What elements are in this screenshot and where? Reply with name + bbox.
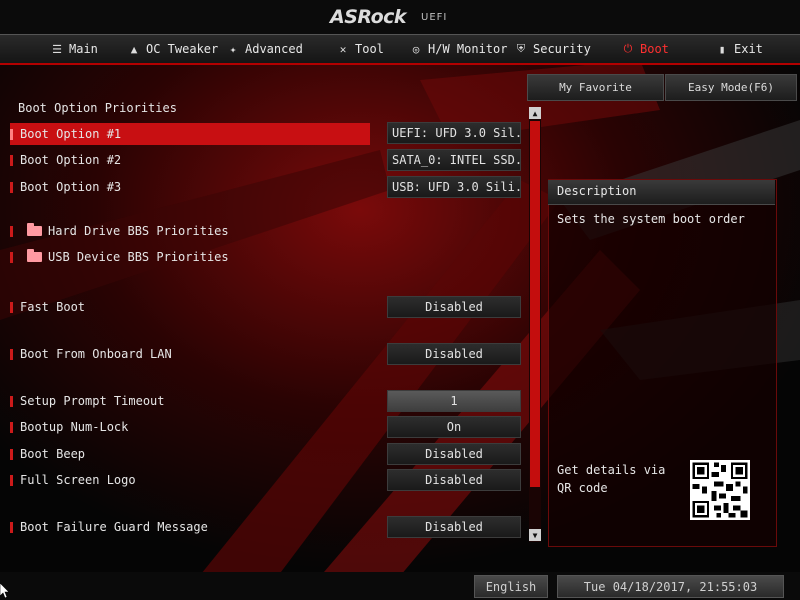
tab-advanced[interactable]: ✦ Advanced xyxy=(226,40,303,58)
tab-main-label: Main xyxy=(69,42,98,56)
tab-oc-tweaker-label: OC Tweaker xyxy=(146,42,219,56)
tab-main[interactable]: ☰ Main xyxy=(50,40,98,58)
tab-security[interactable]: ⛨ Security xyxy=(514,40,591,58)
row-marker xyxy=(10,395,13,407)
tab-hw-monitor[interactable]: ◎ H/W Monitor xyxy=(409,40,508,58)
my-favorite-button[interactable]: My Favorite xyxy=(527,74,664,101)
easy-mode-button[interactable]: Easy Mode(F6) xyxy=(665,74,797,101)
row-marker xyxy=(10,521,13,533)
tab-boot[interactable]: ⏻ Boot xyxy=(621,40,669,58)
folder-icon xyxy=(27,223,42,236)
boot-beep-value[interactable]: Disabled xyxy=(387,443,521,465)
scroll-down-arrow[interactable]: ▼ xyxy=(529,529,541,541)
scroll-up-arrow[interactable]: ▲ xyxy=(529,107,541,119)
tab-boot-label: Boot xyxy=(640,42,669,56)
date-time-display: Tue 04/18/2017, 21:55:03 xyxy=(557,575,784,598)
boot-option-1-label: Boot Option #1 xyxy=(20,127,122,141)
list-icon: ☰ xyxy=(52,42,62,56)
bootup-num-lock[interactable]: Bootup Num-Lock xyxy=(10,416,370,438)
asrock-logo: ASRock xyxy=(330,6,407,28)
full-screen-logo-label: Full Screen Logo xyxy=(20,473,136,487)
setup-prompt-timeout[interactable]: Setup Prompt Timeout xyxy=(10,390,370,412)
boot-from-onboard-lan-value[interactable]: Disabled xyxy=(387,343,521,365)
qr-code xyxy=(690,460,750,520)
row-marker xyxy=(10,251,13,263)
tab-tool[interactable]: ✕ Tool xyxy=(336,40,384,58)
boot-failure-guard-message-value[interactable]: Disabled xyxy=(387,516,521,538)
row-marker xyxy=(10,474,13,486)
description-text: Sets the system boot order xyxy=(557,212,745,226)
boot-beep[interactable]: Boot Beep xyxy=(10,443,370,465)
power-icon: ⏻ xyxy=(623,42,633,55)
exit-icon: ▮ xyxy=(718,42,726,56)
description-title: Description xyxy=(557,184,637,198)
setup-prompt-timeout-input[interactable]: 1 xyxy=(387,390,521,412)
fast-boot-label: Fast Boot xyxy=(20,300,86,314)
hard-drive-bbs-label: Hard Drive BBS Priorities xyxy=(48,224,229,238)
boot-option-3-value[interactable]: USB: UFD 3.0 Sili... xyxy=(387,176,521,198)
boot-option-3[interactable]: Boot Option #3 xyxy=(10,176,370,198)
shield-icon: ⛨ xyxy=(516,42,526,55)
boot-failure-guard-message-label: Boot Failure Guard Message xyxy=(20,520,208,534)
fast-boot-value[interactable]: Disabled xyxy=(387,296,521,318)
hard-drive-bbs-priorities[interactable]: Hard Drive BBS Priorities xyxy=(10,220,370,242)
tab-hw-monitor-label: H/W Monitor xyxy=(428,42,508,56)
scrollbar-thumb[interactable] xyxy=(530,121,540,487)
row-marker xyxy=(10,181,13,193)
tab-security-label: Security xyxy=(533,42,591,56)
bootup-num-lock-label: Bootup Num-Lock xyxy=(20,420,129,434)
usb-device-bbs-priorities[interactable]: USB Device BBS Priorities xyxy=(10,246,370,268)
row-marker xyxy=(10,154,13,166)
full-screen-logo-value[interactable]: Disabled xyxy=(387,469,521,491)
bootup-num-lock-value[interactable]: On xyxy=(387,416,521,438)
boot-option-1-value[interactable]: UEFI: UFD 3.0 Sil... xyxy=(387,122,521,144)
qr-caption: Get details via QR code xyxy=(557,463,666,495)
tab-exit-label: Exit xyxy=(734,42,763,56)
language-button[interactable]: English xyxy=(474,575,548,598)
tab-oc-tweaker[interactable]: ▲ OC Tweaker xyxy=(127,40,219,58)
fast-boot[interactable]: Fast Boot xyxy=(10,296,370,318)
section-title: Boot Option Priorities xyxy=(18,101,177,115)
uefi-label: UEFI xyxy=(421,12,448,23)
mouse-cursor-icon xyxy=(0,583,10,599)
setup-prompt-timeout-label: Setup Prompt Timeout xyxy=(20,394,165,408)
boot-failure-guard-message[interactable]: Boot Failure Guard Message xyxy=(10,516,370,538)
monitor-icon: ◎ xyxy=(412,42,420,56)
menu-bar: ☰ Main ▲ OC Tweaker ✦ Advanced ✕ Tool ◎ … xyxy=(0,34,800,65)
boot-beep-label: Boot Beep xyxy=(20,447,86,461)
boot-option-2-value[interactable]: SATA_0: INTEL SSD... xyxy=(387,149,521,171)
row-marker xyxy=(10,448,13,460)
row-marker xyxy=(10,421,13,433)
boot-from-onboard-lan[interactable]: Boot From Onboard LAN xyxy=(10,343,370,365)
star-icon: ✦ xyxy=(229,42,237,56)
tab-exit[interactable]: ▮ Exit xyxy=(715,40,763,58)
row-marker xyxy=(10,301,13,313)
tab-advanced-label: Advanced xyxy=(245,42,303,56)
usb-device-bbs-label: USB Device BBS Priorities xyxy=(48,250,229,264)
boot-option-2[interactable]: Boot Option #2 xyxy=(10,149,370,171)
rocket-icon: ▲ xyxy=(130,42,138,56)
boot-option-1[interactable]: Boot Option #1 xyxy=(10,123,370,145)
row-marker xyxy=(10,348,13,360)
boot-option-3-label: Boot Option #3 xyxy=(20,180,122,194)
row-marker xyxy=(10,225,13,237)
boot-from-onboard-lan-label: Boot From Onboard LAN xyxy=(20,347,172,361)
folder-icon xyxy=(27,249,42,262)
boot-option-2-label: Boot Option #2 xyxy=(20,153,122,167)
full-screen-logo[interactable]: Full Screen Logo xyxy=(10,469,370,491)
tools-icon: ✕ xyxy=(339,42,347,56)
row-marker xyxy=(10,128,13,140)
tab-tool-label: Tool xyxy=(355,42,384,56)
